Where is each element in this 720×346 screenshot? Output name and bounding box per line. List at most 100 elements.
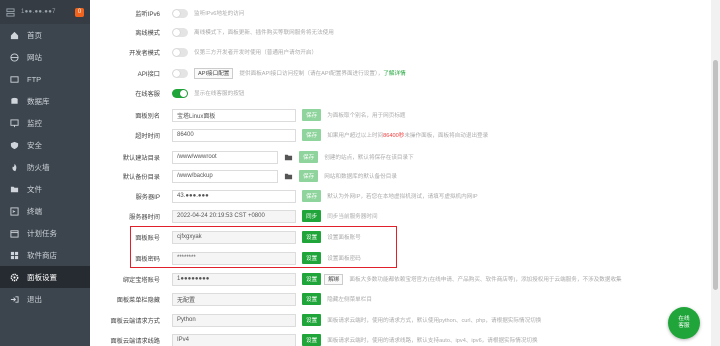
unbind-account-button[interactable]: 解绑 (324, 273, 344, 285)
online-service-button[interactable]: 在线 客服 (668, 307, 700, 339)
folder-icon[interactable] (284, 172, 293, 181)
setting-hint: 隐藏左侧菜单栏目 (327, 297, 372, 303)
sidebar-item-firewall[interactable]: 防火墙 (0, 156, 90, 178)
sidebar-item-logout[interactable]: 退出 (0, 288, 90, 310)
sidebar-item-label: 防火墙 (27, 162, 50, 172)
online-service-toggle[interactable] (172, 88, 188, 98)
sidebar-item-label: 安全 (27, 140, 42, 150)
sidebar-item-security[interactable]: 安全 (0, 134, 90, 156)
save-button[interactable]: 保存 (302, 109, 322, 121)
sidebar-header: 1●●.●●.●●7 0 (0, 0, 90, 24)
notification-badge[interactable]: 0 (75, 7, 84, 17)
setting-hint: 同步当前服务器时间 (327, 214, 378, 220)
bind-account-field: 1●●●●●●●● (172, 272, 296, 286)
menu-hide-field: 无配置 (172, 292, 296, 306)
sidebar-item-home[interactable]: 首页 (0, 24, 90, 46)
sidebar-item-terminal[interactable]: 终端 (0, 200, 90, 222)
panel-user-field: cjfxgxyak (172, 230, 296, 244)
setting-label: 面板云端请求方式 (110, 317, 161, 325)
setting-label: 超时时间 (135, 132, 160, 140)
ipv6-toggle[interactable] (172, 8, 188, 18)
sidebar-item-label: 退出 (27, 294, 42, 304)
learn-more-link[interactable]: 了解详情 (383, 69, 405, 77)
sidebar-item-website[interactable]: 网站 (0, 46, 90, 68)
settings-panel: 监听IPv6 监听IPv6地址的访问 离线模式 离线模式下，面板更新、插件购买等… (90, 0, 711, 346)
save-button[interactable]: 保存 (302, 129, 322, 141)
default-backup-dir-input[interactable]: /www/backup (172, 169, 278, 183)
setting-label: 默认备份目录 (122, 173, 160, 181)
timeout-input[interactable]: 86400 (172, 128, 296, 142)
folder-icon[interactable] (284, 153, 293, 162)
sidebar-item-monitor[interactable]: 监控 (0, 112, 90, 134)
sync-button[interactable]: 同步 (302, 210, 322, 222)
sidebar-item-store[interactable]: 软件商店 (0, 244, 90, 266)
setting-row-ipv6: 监听IPv6 监听IPv6地址的访问 (90, 3, 690, 23)
set-menu-button[interactable]: 设置 (302, 293, 322, 305)
setting-hint: 默认为外网IP，若您在本地虚拟机测试，请填写虚拟机内网IP (327, 194, 478, 200)
save-button[interactable]: 保存 (299, 151, 319, 163)
setting-label: 离线模式 (135, 29, 160, 37)
save-button[interactable]: 保存 (299, 170, 319, 182)
set-account-button[interactable]: 设置 (302, 273, 322, 285)
panel-alias-input[interactable]: 宝塔Linux面板 (172, 108, 296, 122)
setting-hint: 离线模式下，面板更新、插件购买等联网服务将无法使用 (194, 30, 334, 36)
set-password-button[interactable]: 设置 (302, 252, 322, 264)
service-label-line1: 在线 (678, 316, 690, 323)
setting-label: 在线客服 (135, 90, 160, 98)
setting-hint: 设置面板账号 (327, 235, 361, 241)
sidebar-item-label: 计划任务 (27, 228, 57, 238)
api-config-button[interactable]: API接口配置 (194, 67, 234, 79)
setting-hint: 提供面板API接口访问控制（请在API配置界面进行设置）， (239, 71, 384, 77)
sidebar-item-label: 软件商店 (27, 250, 57, 260)
setting-row-bind-account: 绑定宝塔账号 1●●●●●●●● 设置 解绑 面板大多数功能都依赖宝塔官方(在线… (90, 269, 690, 289)
setting-label: 服务器时间 (129, 213, 160, 221)
setting-label: 面板密码 (135, 255, 160, 263)
setting-row-server-time: 服务器时间 2022-04-24 20:19:53 CST +0800 同步 同… (90, 206, 690, 226)
setting-label: 开发者模式 (129, 49, 160, 57)
setting-hint: 设置面板密码 (327, 256, 361, 262)
setting-label: 监听IPv6 (135, 10, 160, 18)
default-site-dir-input[interactable]: /www/wwwroot (172, 150, 278, 164)
panel-password-field: ******** (172, 251, 296, 265)
set-request-method-button[interactable]: 设置 (302, 314, 322, 326)
server-time-field: 2022-04-24 20:19:53 CST +0800 (172, 209, 296, 223)
monitor-icon (10, 118, 19, 128)
developer-toggle[interactable] (172, 47, 188, 57)
shield-icon (10, 141, 19, 150)
sidebar-item-label: 监控 (27, 118, 42, 128)
api-toggle[interactable] (172, 68, 188, 78)
scrollbar[interactable] (711, 0, 720, 346)
offline-toggle[interactable] (172, 27, 188, 37)
setting-hint: 面板大多数功能都依赖宝塔官方(在线申请、产品购买、软件商店等)，添加授权用于云端… (349, 277, 622, 283)
setting-row-request-line: 面板云端请求线路 IPv4 设置 面板请求云端时，使用的请求线路，默认支持aut… (90, 330, 690, 346)
setting-row-panel-user: 面板账号 cjfxgxyak 设置 设置面板账号 (90, 227, 690, 247)
setting-hint: 面板请求云端时，使用的请求方式，默认使用python、curl、php，请根据实… (327, 318, 542, 324)
sidebar-item-ftp[interactable]: FTP (0, 68, 90, 90)
setting-row-server-ip: 服务器IP 43.●●●.●●● 保存 默认为外网IP，若您在本地虚拟机测试，请… (90, 186, 690, 206)
sidebar: 1●●.●●.●●7 0 首页 网站 FTP 数据库 监控 安全 防火墙 文件 … (0, 0, 90, 346)
setting-hint: 创建的站点，默认将保存在该目录下 (324, 155, 414, 161)
setting-label: 面板别名 (135, 112, 160, 120)
request-method-field: Python (172, 313, 296, 327)
set-request-line-button[interactable]: 设置 (302, 334, 322, 346)
sidebar-item-files[interactable]: 文件 (0, 178, 90, 200)
server-icon (6, 7, 15, 17)
save-button[interactable]: 保存 (302, 190, 322, 202)
setting-hint: 监听IPv6地址的访问 (194, 11, 245, 17)
scrollbar-thumb[interactable] (713, 60, 718, 290)
database-icon (10, 97, 19, 106)
setting-label: 绑定宝塔账号 (122, 276, 160, 284)
sidebar-item-settings[interactable]: 面板设置 (0, 266, 90, 288)
sidebar-item-database[interactable]: 数据库 (0, 90, 90, 112)
server-ip-input[interactable]: 43.●●●.●●● (172, 189, 296, 203)
sidebar-item-label: 网站 (27, 52, 42, 62)
set-user-button[interactable]: 设置 (302, 231, 322, 243)
sidebar-item-cron[interactable]: 计划任务 (0, 222, 90, 244)
ftp-icon (10, 75, 19, 84)
sidebar-item-label: FTP (27, 74, 42, 84)
setting-row-panel-alias: 面板别名 宝塔Linux面板 保存 为面板取个别名，用于网页标题 (90, 105, 690, 125)
setting-row-api: API接口 API接口配置 提供面板API接口访问控制（请在API配置界面进行设… (90, 63, 690, 83)
setting-label: 面板账号 (135, 234, 160, 242)
sidebar-item-label: 数据库 (27, 96, 50, 106)
service-label-line2: 客服 (678, 323, 690, 329)
